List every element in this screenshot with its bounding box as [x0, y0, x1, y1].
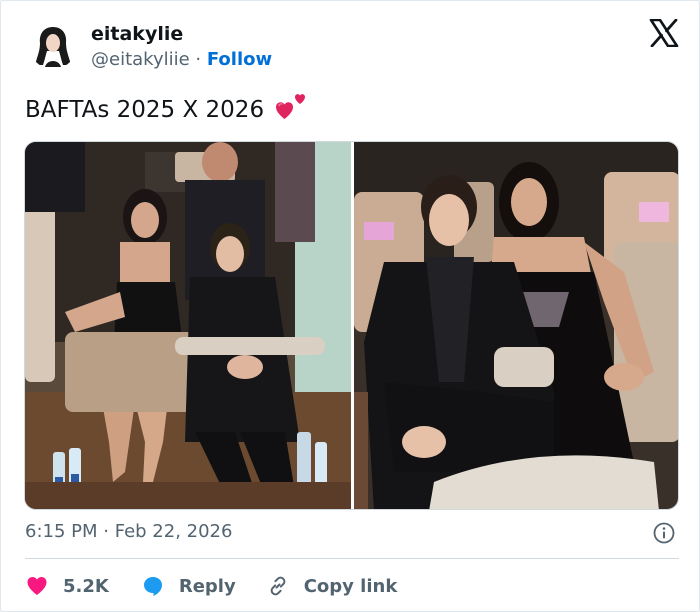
like-count: 5.2K	[63, 575, 109, 597]
tweet-card: eitakylie @eitakyliie · Follow BAFTAs 20…	[0, 0, 700, 612]
reply-button[interactable]: Reply	[141, 574, 236, 598]
heart-icon	[27, 577, 47, 595]
x-logo-icon[interactable]	[649, 18, 679, 48]
action-bar: 5.2K Reply Copy link	[25, 571, 397, 601]
info-icon[interactable]	[652, 521, 676, 545]
photo-2[interactable]	[354, 142, 678, 509]
reply-bubble-icon	[143, 577, 162, 596]
link-icon	[270, 576, 286, 596]
copy-link-label: Copy link	[303, 575, 398, 597]
divider	[25, 558, 679, 559]
timestamp-date: Feb 22, 2026	[114, 521, 233, 542]
copy-link-button[interactable]: Copy link	[266, 574, 398, 598]
handle-separator: ·	[189, 49, 207, 70]
tweet-timestamp[interactable]: 6:15 PM · Feb 22, 2026	[25, 521, 232, 542]
avatar[interactable]	[29, 21, 77, 69]
photo-1[interactable]	[25, 142, 351, 509]
follow-button[interactable]: Follow	[207, 49, 272, 70]
tweet-text: BAFTAs 2025 X 2026	[25, 93, 308, 125]
timestamp-time: 6:15 PM	[25, 521, 98, 542]
like-button[interactable]: 5.2K	[25, 574, 109, 598]
tweet-body: BAFTAs 2025 X 2026	[25, 97, 265, 123]
reply-label: Reply	[178, 575, 236, 597]
timestamp-separator: ·	[97, 521, 115, 542]
author-handle-row: @eitakyliie · Follow	[91, 49, 272, 70]
author-name[interactable]: eitakylie	[91, 23, 183, 45]
two-hearts-icon	[274, 93, 308, 123]
author-handle[interactable]: @eitakyliie	[91, 49, 190, 70]
media-grid	[24, 141, 679, 510]
